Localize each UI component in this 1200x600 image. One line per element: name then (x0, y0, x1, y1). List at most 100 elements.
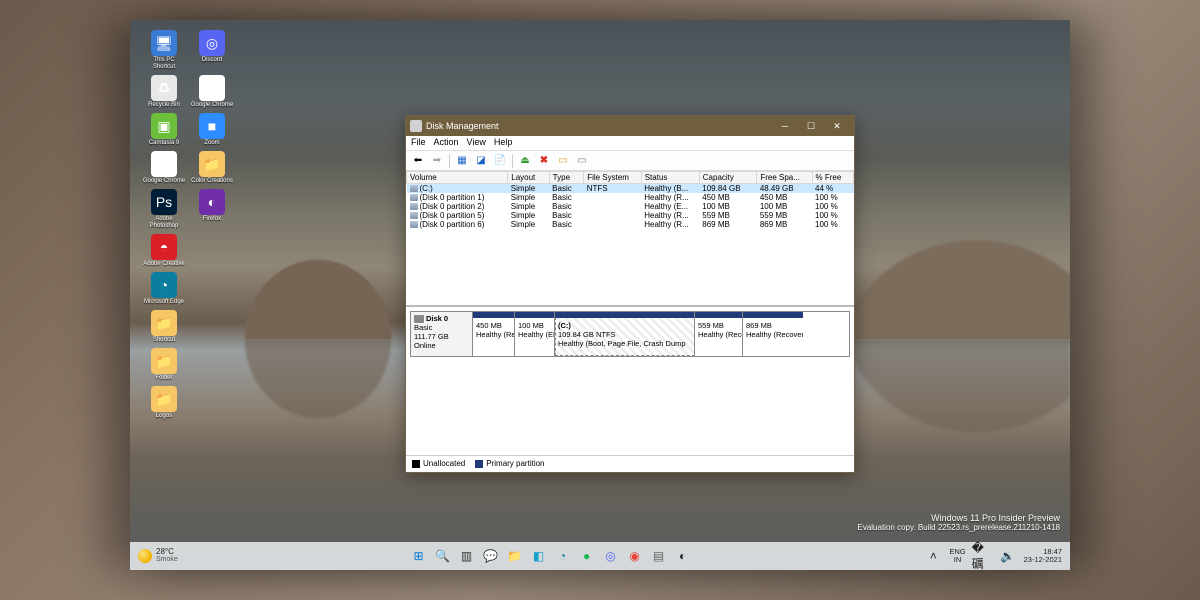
close-button[interactable]: ✕ (824, 117, 850, 135)
properties-button[interactable]: 📄 (492, 153, 508, 169)
taskbar-chat-icon[interactable]: 💬 (481, 546, 501, 566)
taskbar-center: ⊞🔍▥💬📁◧◔●◎◉▤◐ (178, 546, 924, 566)
disk-header[interactable]: Disk 0 Basic 111.77 GB Online (411, 312, 473, 356)
desktop-icon[interactable]: ◉Google Chrome (142, 151, 186, 185)
volume-icon (410, 185, 418, 192)
volume-row[interactable]: (Disk 0 partition 5)SimpleBasicHealthy (… (407, 211, 854, 220)
maximize-button[interactable]: ☐ (798, 117, 824, 135)
taskbar-discord-icon[interactable]: ◎ (601, 546, 621, 566)
partition-capacity: 869 MB (746, 321, 800, 330)
desktop-icon[interactable]: ♻Recycle Bin (142, 75, 186, 109)
language-indicator[interactable]: ENG IN (949, 548, 965, 564)
desktop-icon-label: Adobe Creative (142, 261, 186, 268)
column-header[interactable]: Layout (508, 172, 549, 184)
partition-status: Healthy (Recovery P: (746, 330, 800, 339)
taskbar-start-icon[interactable]: ⊞ (409, 546, 429, 566)
partition[interactable]: 450 MB Healthy (Recovery (473, 312, 515, 356)
desktop-icon[interactable]: 📁Folder (142, 348, 186, 382)
help-icon[interactable]: ▭ (555, 153, 571, 169)
desktop-icon[interactable]: ◉Google Chrome (190, 75, 234, 109)
eject-button[interactable]: ⏏ (517, 153, 533, 169)
taskbar-chrome-icon[interactable]: ◉ (625, 546, 645, 566)
menu-file[interactable]: File (411, 137, 426, 149)
volume-list[interactable]: VolumeLayoutTypeFile SystemStatusCapacit… (406, 171, 854, 307)
minimize-button[interactable]: ─ (772, 117, 798, 135)
partition[interactable]: 559 MB Healthy (Recovery (695, 312, 743, 356)
partition[interactable]: 869 MB Healthy (Recovery P: (743, 312, 803, 356)
desktop-icon-glyph: ◔ (151, 272, 177, 298)
desktop-icon-label: Discord (190, 57, 234, 64)
menu-view[interactable]: View (467, 137, 486, 149)
taskbar-left[interactable]: 28°C Smoke (130, 548, 178, 564)
delete-icon[interactable]: ✖ (536, 153, 552, 169)
taskbar-app1-icon[interactable]: ◧ (529, 546, 549, 566)
desktop-icon-glyph: ◓ (151, 234, 177, 260)
window-titlebar[interactable]: Disk Management ─ ☐ ✕ (406, 116, 854, 136)
desktop-icon[interactable]: ◎Discord (190, 30, 234, 71)
desktop-icon-label: Logos (142, 413, 186, 420)
desktop-icon-label: Folder (142, 375, 186, 382)
column-header[interactable]: File System (584, 172, 642, 184)
column-header[interactable]: Status (641, 172, 699, 184)
desktop-icon[interactable]: ■Zoom (190, 113, 234, 147)
column-header[interactable]: % Free (812, 172, 853, 184)
desktop-icon-label: Google Chrome (190, 102, 234, 109)
volume-row[interactable]: (Disk 0 partition 1)SimpleBasicHealthy (… (407, 193, 854, 202)
desktop-icon[interactable]: 📁Color Creations (190, 151, 234, 185)
desktop-icon[interactable]: ◐Firefox (190, 189, 234, 230)
partition-title: (C:) (558, 321, 691, 330)
taskbar-app2-icon[interactable]: ◐ (673, 546, 693, 566)
disk-name: Disk 0 (426, 314, 448, 323)
settings-icon[interactable]: ▭ (574, 153, 590, 169)
column-header[interactable]: Free Spa... (757, 172, 812, 184)
menu-action[interactable]: Action (434, 137, 459, 149)
volume-icon[interactable]: 🔉 (998, 546, 1018, 566)
desktop-icon-glyph: ◐ (199, 189, 225, 215)
windows-watermark: Windows 11 Pro Insider Preview Evaluatio… (857, 513, 1060, 532)
forward-button[interactable]: ➡ (429, 153, 445, 169)
clock[interactable]: 18:47 23-12-2021 (1024, 548, 1062, 564)
taskbar-right: ˄ ENG IN �礪 🔉 18:47 23-12-2021 (923, 546, 1070, 566)
graphical-view[interactable]: Disk 0 Basic 111.77 GB Online 450 MB Hea… (406, 307, 854, 455)
volume-row[interactable]: (C:)SimpleBasicNTFSHealthy (B...109.84 G… (407, 184, 854, 194)
desktop-icon[interactable]: 📁Logos (142, 386, 186, 420)
show-hide-tree-button[interactable]: ▦ (454, 153, 470, 169)
desktop-icon[interactable]: ◓Adobe Creative (142, 234, 186, 268)
desktop-icon[interactable]: PsAdobe Photoshop (142, 189, 186, 230)
partition-status: Healthy (Boot, Page File, Crash Dump (558, 339, 691, 348)
partition-color-bar (695, 312, 742, 318)
volume-icon (410, 221, 418, 228)
desktop-icon[interactable]: 📁Shortcut (142, 310, 186, 344)
desktop-icon-label: This PC Shortcut (142, 57, 186, 71)
taskbar-edge-icon[interactable]: ◔ (553, 546, 573, 566)
desktop-icon-glyph: ◉ (199, 75, 225, 101)
partition-color-bar (473, 312, 514, 318)
taskbar-spotify-icon[interactable]: ● (577, 546, 597, 566)
desktop-icon[interactable]: ◔Microsoft Edge (142, 272, 186, 306)
taskbar-taskview-icon[interactable]: ▥ (457, 546, 477, 566)
desktop-icon[interactable]: 🖥This PC Shortcut (142, 30, 186, 71)
wifi-icon[interactable]: �礪 (972, 546, 992, 566)
back-button[interactable]: ⬅ (410, 153, 426, 169)
desktop-screen: 🖥This PC Shortcut◎Discord♻Recycle Bin◉Go… (130, 20, 1070, 570)
volume-icon (410, 203, 418, 210)
desktop-icon[interactable]: ▣Camtasia 9 (142, 113, 186, 147)
partition[interactable]: (C:) 109.84 GB NTFS Healthy (Boot, Page … (555, 312, 695, 356)
volume-row[interactable]: (Disk 0 partition 2)SimpleBasicHealthy (… (407, 202, 854, 211)
toolbar: ⬅ ➡ ▦ ◪ 📄 ⏏ ✖ ▭ ▭ (406, 151, 854, 171)
column-header[interactable]: Capacity (699, 172, 757, 184)
taskbar-search-icon[interactable]: 🔍 (433, 546, 453, 566)
taskbar-diskmgmt-icon[interactable]: ▤ (649, 546, 669, 566)
menu-help[interactable]: Help (494, 137, 513, 149)
taskbar-explorer-icon[interactable]: 📁 (505, 546, 525, 566)
desktop-icon-glyph: 📁 (199, 151, 225, 177)
tray-chevron-icon[interactable]: ˄ (923, 546, 943, 566)
column-header[interactable]: Type (549, 172, 584, 184)
partition-status: Healthy (Recovery (698, 330, 739, 339)
column-header[interactable]: Volume (407, 172, 508, 184)
volume-table: VolumeLayoutTypeFile SystemStatusCapacit… (406, 171, 854, 229)
volume-row[interactable]: (Disk 0 partition 6)SimpleBasicHealthy (… (407, 220, 854, 229)
desktop-icon-label: Firefox (190, 216, 234, 223)
partition[interactable]: 100 MB Healthy (EFI (515, 312, 555, 356)
refresh-button[interactable]: ◪ (473, 153, 489, 169)
